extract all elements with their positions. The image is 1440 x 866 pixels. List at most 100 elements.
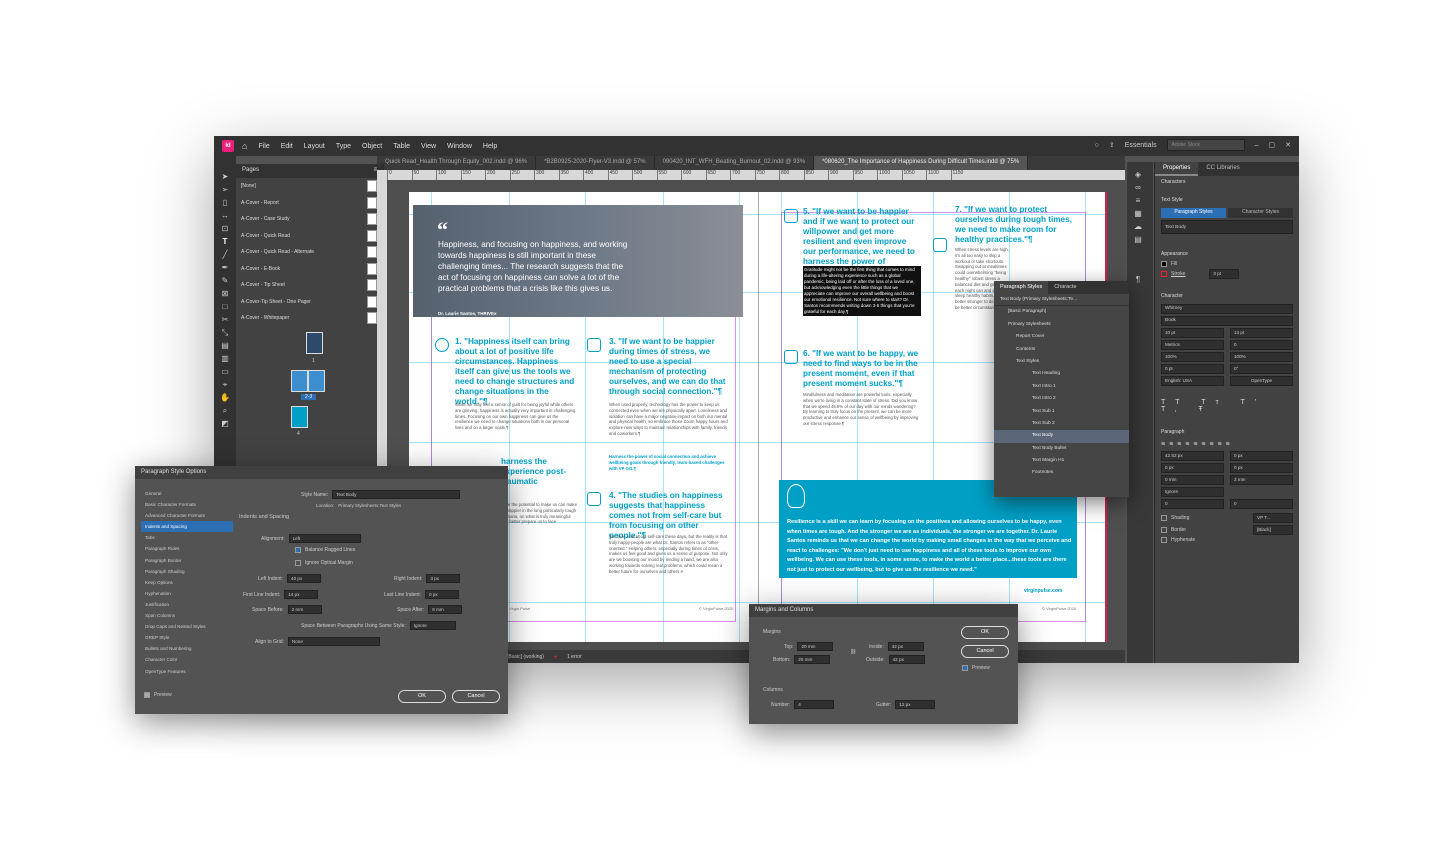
category-item[interactable]: Hyphenation [141, 588, 233, 599]
master-item[interactable]: A-Cover - E-Book [236, 261, 383, 278]
skew-field[interactable]: 0° [1230, 364, 1293, 374]
minimize-icon[interactable]: – [1255, 142, 1259, 149]
baseline-shift-field[interactable]: 0 pt [1161, 364, 1224, 374]
tab-character-styles[interactable]: Character Styles [1228, 208, 1293, 218]
resilience-text[interactable]: Resilience is a skill we can learn by fo… [787, 518, 1073, 575]
home-icon[interactable]: ⌂ [242, 141, 247, 151]
category-item[interactable]: Justification [141, 599, 233, 610]
hero-image-frame[interactable]: “ Happiness, and focusing on happiness, … [413, 205, 743, 317]
preflight-errors[interactable]: 1 error [567, 654, 582, 660]
space-before-field[interactable]: 0 mm [1161, 475, 1224, 485]
bottom-input[interactable]: 20 mm [794, 655, 831, 664]
gap-tool-icon[interactable]: ↔ [219, 211, 231, 221]
master-item[interactable]: A-Cover - Report [236, 195, 383, 212]
pages-icon[interactable]: ▤ [1132, 235, 1144, 245]
left-indent-input[interactable]: 40 px [287, 574, 322, 583]
layers-icon[interactable]: ◈ [1132, 170, 1144, 180]
page-thumb-4[interactable] [291, 406, 308, 428]
tab-properties[interactable]: Properties [1155, 162, 1199, 176]
style-group[interactable]: Primary Stylesheets [994, 319, 1129, 331]
tip-3-title[interactable]: 3. "If we want to be happier during time… [609, 337, 731, 397]
outside-input[interactable]: 42 px [888, 655, 925, 664]
horizontal-scale-field[interactable]: 100% [1230, 352, 1293, 362]
balance-ragged-checkbox[interactable] [295, 547, 301, 553]
category-item[interactable]: Drop Caps and Nested Styles [141, 621, 233, 632]
alignment-dropdown[interactable]: Left [288, 534, 361, 543]
tip-3-link[interactable]: Harness the power of social connection a… [609, 454, 731, 471]
style-group[interactable]: Contents [994, 344, 1129, 356]
space-after-field[interactable]: 2 mm [1230, 475, 1293, 485]
category-item[interactable]: Basic Character Formats [141, 499, 233, 510]
doc-tab[interactable]: 090420_INT_WFH_Beating_Burnout_02.indd @… [655, 156, 815, 170]
inside-input[interactable]: 42 px [887, 642, 924, 651]
master-item[interactable]: A-Cover - Tip Sheet [236, 277, 383, 294]
last-indent-field[interactable]: 0 px [1230, 463, 1293, 473]
menu-edit[interactable]: Edit [281, 143, 293, 150]
font-size-field[interactable]: 10 pt [1161, 328, 1224, 338]
doc-tab[interactable]: Quick Read_Health Through Equity_002.ind… [377, 156, 537, 170]
top-input[interactable]: 20 mm [797, 642, 834, 651]
category-item[interactable]: GREP Style [141, 632, 233, 643]
link-icon[interactable]: ⛓ [850, 649, 856, 655]
style-item[interactable]: Text Body Bullet [994, 443, 1129, 455]
font-family-dropdown[interactable]: Whitney [1161, 304, 1293, 314]
style-item[interactable]: Text Intro 1 [994, 381, 1129, 393]
tip-1-title[interactable]: 1. "Happiness itself can bring about a l… [455, 337, 577, 407]
border-swatch[interactable]: [Black] [1253, 525, 1293, 535]
category-item[interactable]: Paragraph Rules [141, 543, 233, 554]
tip-6-body[interactable]: Mindfulness and meditation are powerful … [803, 392, 921, 427]
selected-text[interactable]: Gratitude might not be the first thing t… [803, 266, 921, 316]
rectangle-tool-icon[interactable]: □ [219, 302, 231, 312]
space-before-input[interactable]: 2 mm [287, 605, 322, 614]
rectangle-frame-tool-icon[interactable]: ⊠ [219, 289, 231, 299]
menu-window[interactable]: Window [447, 143, 472, 150]
maximize-icon[interactable]: ▢ [1269, 141, 1276, 149]
category-item[interactable]: Advanced Character Formats [141, 510, 233, 521]
pen-tool-icon[interactable]: ✒ [219, 263, 231, 273]
tip-6-title[interactable]: 6. "If we want to be happy, we need to f… [803, 349, 921, 389]
category-item[interactable]: Paragraph Shading [141, 566, 233, 577]
page-tool-icon[interactable]: ▯ [219, 198, 231, 208]
tip-7-title[interactable]: 7. "If we want to protect ourselves duri… [955, 205, 1073, 245]
master-item[interactable]: A-Cover - Quick Read [236, 228, 383, 245]
ok-button[interactable]: OK [961, 626, 1009, 639]
lightbulb-icon[interactable]: ○ [1095, 142, 1099, 149]
type-tool-icon[interactable]: T [219, 237, 231, 247]
style-group[interactable]: Report Cover [994, 331, 1129, 343]
category-item[interactable]: Keep Options [141, 577, 233, 588]
style-item[interactable]: Text Intro 2 [994, 393, 1129, 405]
page-thumb-3[interactable] [308, 370, 325, 392]
zoom-tool-icon[interactable]: ⌕ [219, 406, 231, 416]
style-item[interactable]: Text Sub 1 [994, 406, 1129, 418]
style-item[interactable]: Footnotes [994, 467, 1129, 479]
category-item[interactable]: Character Color [141, 654, 233, 665]
paragraph-style-dropdown[interactable]: Text Body [1161, 220, 1293, 234]
tab-paragraph-styles[interactable]: Paragraph Styles [994, 281, 1049, 294]
hand-tool-icon[interactable]: ✋ [219, 393, 231, 403]
pencil-tool-icon[interactable]: ✎ [219, 276, 231, 286]
number-input[interactable]: 4 [794, 700, 835, 709]
category-item[interactable]: Bullets and Numbering [141, 643, 233, 654]
border-checkbox[interactable] [1161, 527, 1167, 533]
stroke-row[interactable]: Stroke 0 pt [1155, 268, 1299, 280]
tracking-field[interactable]: 0 [1230, 340, 1293, 350]
kerning-field[interactable]: Metrics [1161, 340, 1224, 350]
tab-paragraph-styles[interactable]: Paragraph Styles [1161, 208, 1226, 218]
page-thumb-1[interactable] [306, 332, 323, 354]
free-transform-tool-icon[interactable]: ⤡ [219, 328, 231, 338]
style-item[interactable]: Text Margin H1 [994, 455, 1129, 467]
master-item[interactable]: A-Cover - Quick Read - Alternate [236, 244, 383, 261]
category-item[interactable]: General [141, 488, 233, 499]
hyphenate-row[interactable]: Hyphenate [1155, 536, 1299, 544]
stroke-weight-field[interactable]: 0 pt [1209, 269, 1240, 279]
doc-tab[interactable]: *B2B0925-2020-Flyer-V3.indd @ 57% [536, 156, 655, 170]
tab-cc-libraries[interactable]: CC Libraries [1198, 162, 1247, 176]
right-indent-input[interactable]: 3 px [426, 574, 461, 583]
style-item[interactable]: Text Sub 2 [994, 418, 1129, 430]
menu-layout[interactable]: Layout [304, 143, 325, 150]
language-dropdown[interactable]: English: USA [1161, 376, 1224, 386]
space-after-input[interactable]: 8 mm [428, 605, 463, 614]
shading-swatch[interactable]: VP T... [1253, 513, 1293, 523]
ok-button[interactable]: OK [398, 690, 446, 703]
gradient-feather-tool-icon[interactable]: ▥ [219, 354, 231, 364]
